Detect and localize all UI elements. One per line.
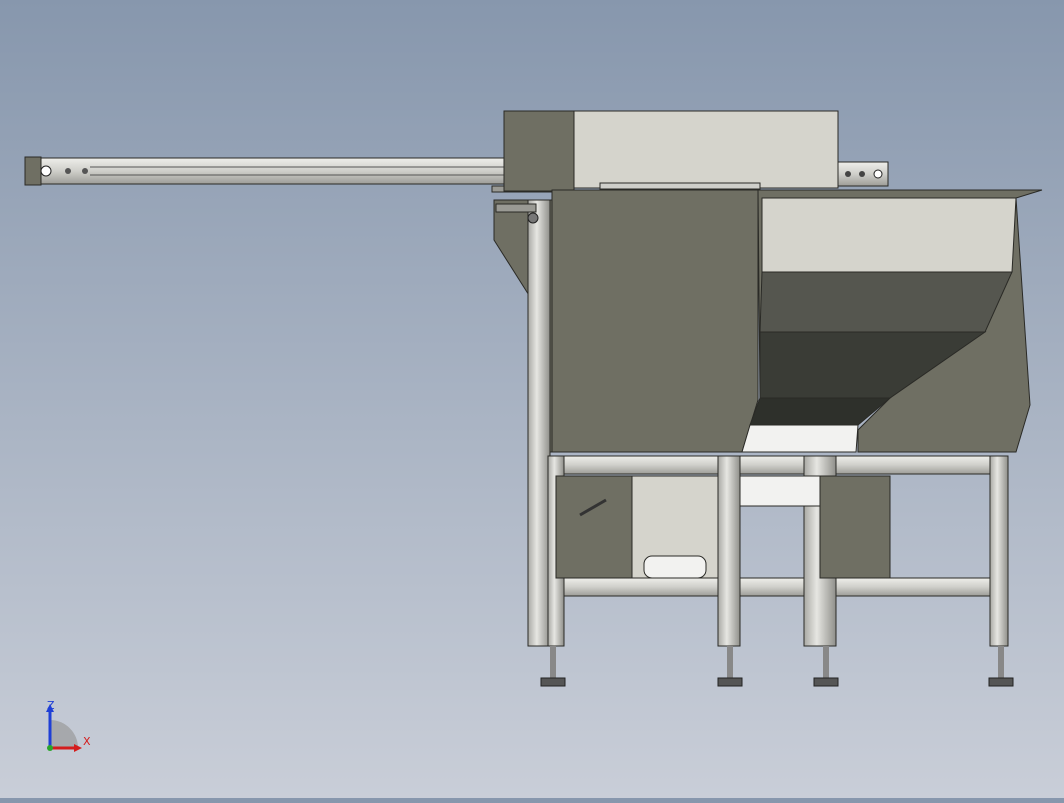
x-axis-label: X: [83, 735, 91, 748]
conveyor-arm: [24, 151, 555, 193]
z-axis-label: Z: [47, 699, 55, 712]
hopper: [741, 189, 1043, 453]
top-housing: [503, 110, 889, 192]
coordinate-triad: Z X: [40, 698, 100, 758]
left-side-panel: [493, 199, 553, 647]
lower-frame: [547, 455, 1009, 647]
main-cabinet: [551, 189, 759, 453]
machine-model: [24, 110, 1043, 687]
cad-viewport[interactable]: [0, 0, 1064, 798]
leveling-feet: [540, 646, 1014, 687]
